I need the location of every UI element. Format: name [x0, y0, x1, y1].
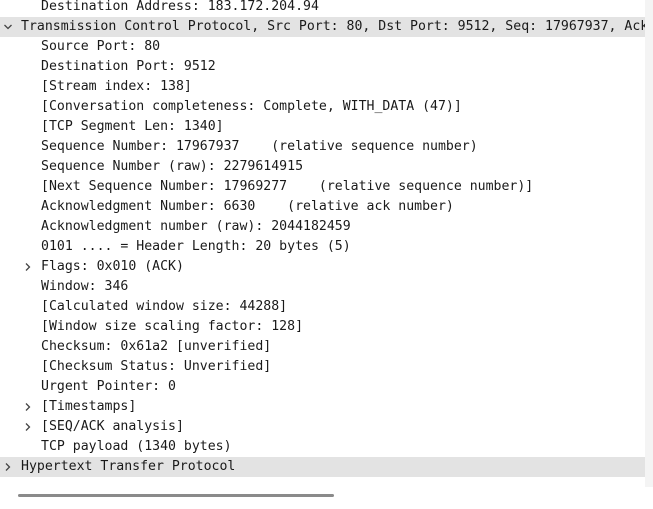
- row-label: Acknowledgment Number: 6630 (relative ac…: [41, 199, 454, 214]
- packet-details-pane: Destination Address: 183.172.204.94 Tran…: [0, 0, 653, 509]
- row-label: [Window size scaling factor: 128]: [41, 319, 304, 334]
- tree-row-segment-len[interactable]: [TCP Segment Len: 1340]: [0, 117, 653, 137]
- chevron-right-icon[interactable]: [21, 417, 35, 437]
- row-label: Transmission Control Protocol, Src Port:…: [21, 19, 645, 34]
- chevron-right-icon[interactable]: [21, 397, 35, 417]
- row-label: [SEQ/ACK analysis]: [41, 419, 184, 434]
- tree-row-seq-ack-analysis[interactable]: [SEQ/ACK analysis]: [0, 417, 653, 437]
- tree-row-source-port[interactable]: Source Port: 80: [0, 37, 653, 57]
- tree-row-window[interactable]: Window: 346: [0, 277, 653, 297]
- row-label: [Conversation completeness: Complete, WI…: [41, 99, 462, 114]
- tree-row-destination-port[interactable]: Destination Port: 9512: [0, 57, 653, 77]
- tree-row-window-scaling-factor[interactable]: [Window size scaling factor: 128]: [0, 317, 653, 337]
- row-label: TCP payload (1340 bytes): [41, 439, 232, 454]
- horizontal-scrollbar-track[interactable]: [0, 487, 653, 509]
- row-label: [TCP Segment Len: 1340]: [41, 119, 224, 134]
- tree-row-header-length[interactable]: 0101 .... = Header Length: 20 bytes (5): [0, 237, 653, 257]
- row-label: Sequence Number: 17967937 (relative sequ…: [41, 139, 478, 154]
- row-label: Hypertext Transfer Protocol: [21, 459, 236, 474]
- row-label: Destination Address: 183.172.204.94: [41, 0, 319, 14]
- tree-row-ack-number[interactable]: Acknowledgment Number: 6630 (relative ac…: [0, 197, 653, 217]
- row-label: Checksum: 0x61a2 [unverified]: [41, 339, 272, 354]
- tree-row-checksum[interactable]: Checksum: 0x61a2 [unverified]: [0, 337, 653, 357]
- row-label: Window: 346: [41, 279, 129, 294]
- row-label: Destination Port: 9512: [41, 59, 216, 74]
- chevron-right-icon[interactable]: [21, 257, 35, 277]
- row-label: [Stream index: 138]: [41, 79, 192, 94]
- row-label: [Calculated window size: 44288]: [41, 299, 288, 314]
- row-label: Sequence Number (raw): 2279614915: [41, 159, 304, 174]
- tree-row-next-sequence-number[interactable]: [Next Sequence Number: 17969277 (relativ…: [0, 177, 653, 197]
- tree-row-timestamps[interactable]: [Timestamps]: [0, 397, 653, 417]
- row-label: Source Port: 80: [41, 39, 161, 54]
- vertical-scrollbar-track[interactable]: [645, 0, 653, 487]
- tree-row-destination-address[interactable]: Destination Address: 183.172.204.94: [0, 0, 653, 17]
- tree-row-checksum-status[interactable]: [Checksum Status: Unverified]: [0, 357, 653, 377]
- tree-row-stream-index[interactable]: [Stream index: 138]: [0, 77, 653, 97]
- horizontal-scrollbar-thumb[interactable]: [18, 494, 334, 497]
- tree-row-tcp[interactable]: Transmission Control Protocol, Src Port:…: [0, 17, 645, 37]
- tree-row-sequence-number-raw[interactable]: Sequence Number (raw): 2279614915: [0, 157, 653, 177]
- row-label: [Next Sequence Number: 17969277 (relativ…: [41, 179, 534, 194]
- row-label: Acknowledgment number (raw): 2044182459: [41, 219, 351, 234]
- row-label: [Timestamps]: [41, 399, 137, 414]
- tree-row-tcp-payload[interactable]: TCP payload (1340 bytes): [0, 437, 653, 457]
- row-label: 0101 .... = Header Length: 20 bytes (5): [41, 239, 351, 254]
- chevron-down-icon[interactable]: [1, 17, 15, 37]
- tree-row-calculated-window-size[interactable]: [Calculated window size: 44288]: [0, 297, 653, 317]
- tree-row-urgent-pointer[interactable]: Urgent Pointer: 0: [0, 377, 653, 397]
- tree-row-ack-number-raw[interactable]: Acknowledgment number (raw): 2044182459: [0, 217, 653, 237]
- tree-row-conversation-completeness[interactable]: [Conversation completeness: Complete, WI…: [0, 97, 653, 117]
- row-label: Flags: 0x010 (ACK): [41, 259, 184, 274]
- row-label: [Checksum Status: Unverified]: [41, 359, 272, 374]
- tree-row-sequence-number[interactable]: Sequence Number: 17967937 (relative sequ…: [0, 137, 653, 157]
- tree-row-flags[interactable]: Flags: 0x010 (ACK): [0, 257, 653, 277]
- row-label: Urgent Pointer: 0: [41, 379, 176, 394]
- tree-row-http[interactable]: Hypertext Transfer Protocol: [0, 457, 645, 477]
- chevron-right-icon[interactable]: [1, 457, 15, 477]
